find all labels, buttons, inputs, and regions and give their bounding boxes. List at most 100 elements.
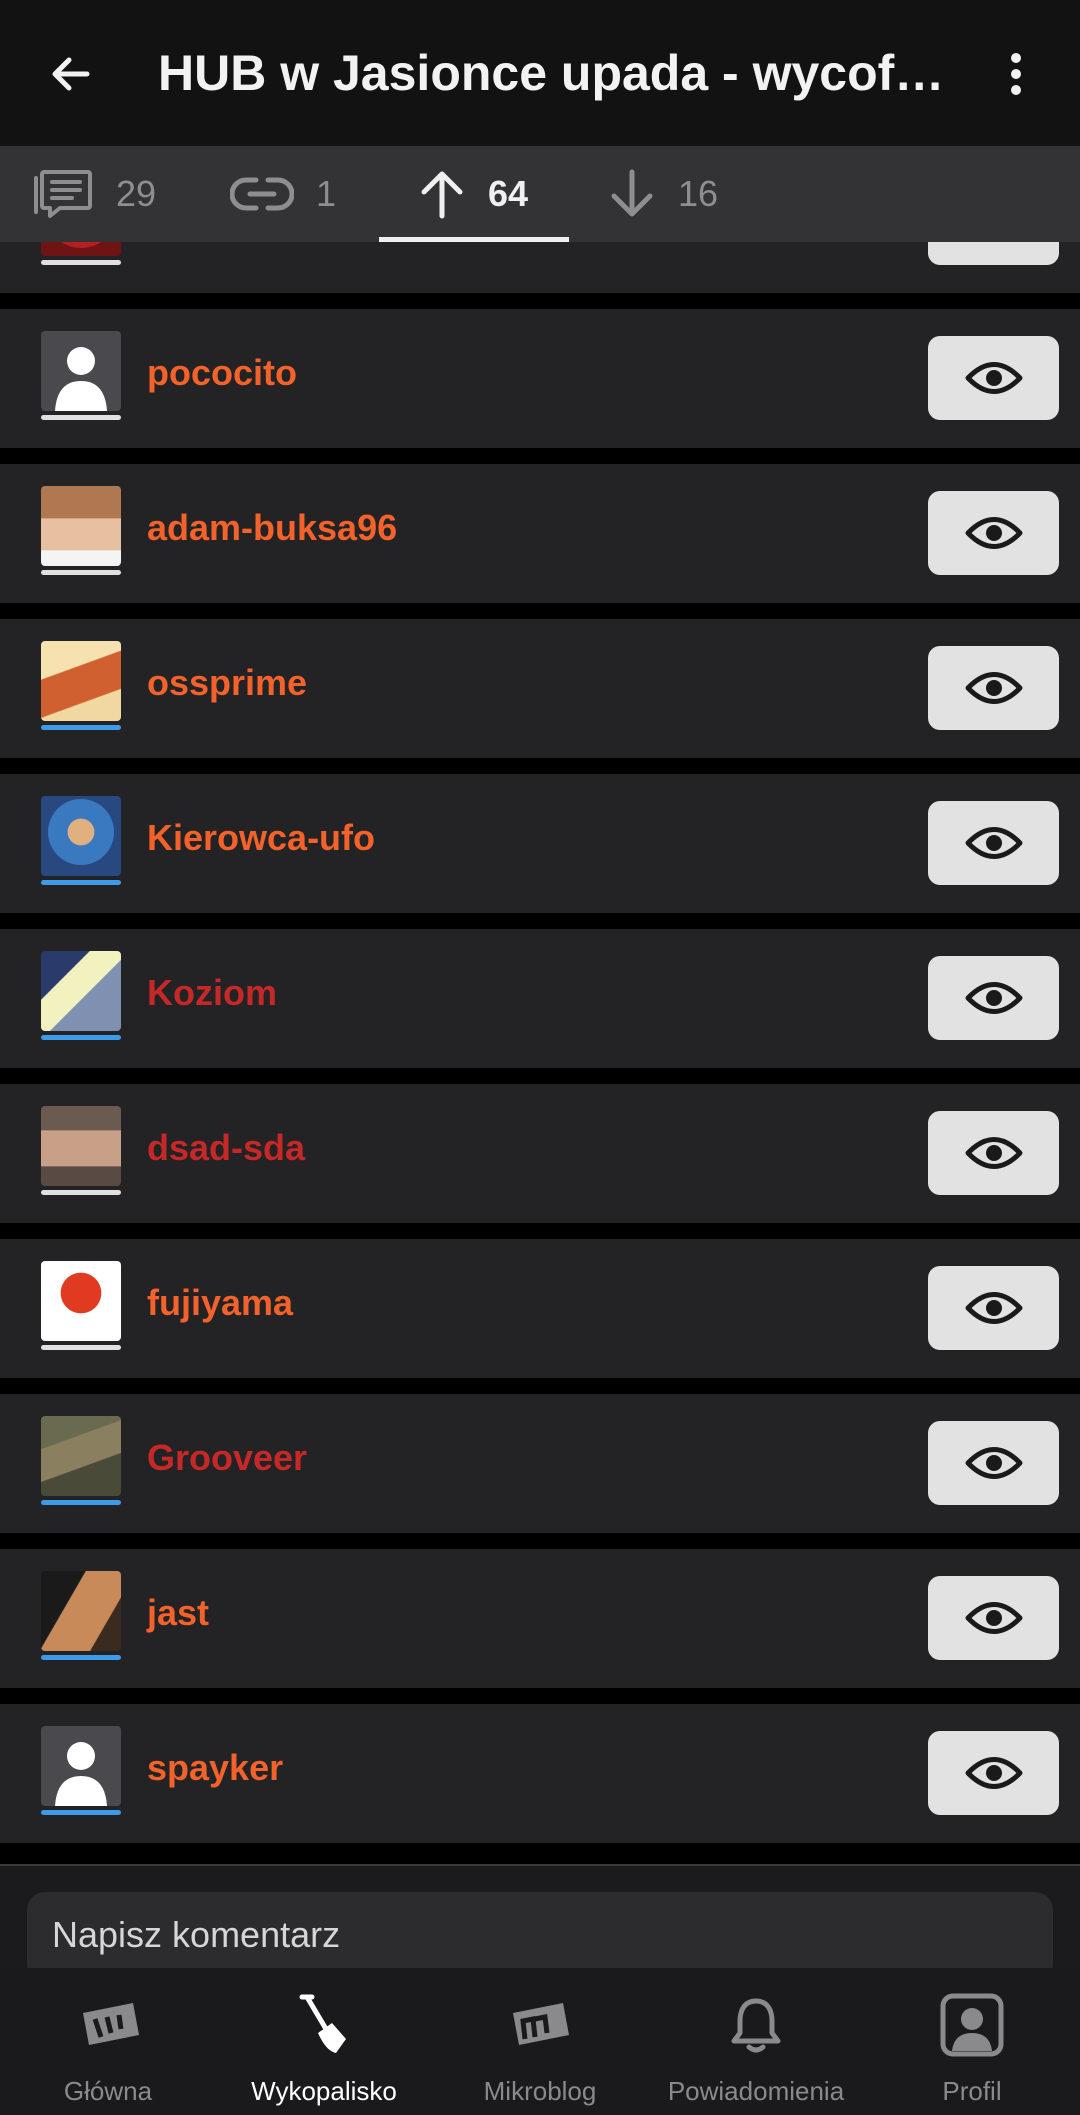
nav-wykopalisko-label: Wykopalisko [251, 2076, 397, 2106]
avatar-container[interactable] [41, 951, 121, 1040]
username[interactable]: Kierowca-ufo [147, 816, 375, 860]
avatar-gender-bar [41, 1500, 121, 1505]
user-row[interactable]: ossprime [0, 619, 1080, 758]
avatar [41, 951, 121, 1031]
user-row[interactable]: Koziom [0, 929, 1080, 1068]
link-icon [230, 177, 294, 211]
comments-icon [34, 170, 92, 218]
avatar [41, 1571, 121, 1651]
avatar-container[interactable] [41, 1726, 121, 1815]
page-title: HUB w Jasionce upada - wycofa… [158, 45, 958, 101]
nav-mikroblog[interactable]: Mikroblog [432, 1968, 648, 2115]
user-row[interactable]: pococito [0, 309, 1080, 448]
nav-glowna-label: Główna [63, 2076, 153, 2106]
avatar-gender-bar [41, 1655, 121, 1660]
tab-bar: 29 1 64 16 [0, 146, 1080, 242]
avatar-container[interactable] [41, 486, 121, 575]
avatar-gender-bar [41, 880, 121, 885]
more-vertical-icon [1011, 53, 1021, 95]
username[interactable]: adam-buksa96 [147, 506, 397, 550]
user-row[interactable]: adam-buksa96 [0, 464, 1080, 603]
avatar-container[interactable] [41, 331, 121, 420]
avatar-gender-bar [41, 415, 121, 420]
arrow-left-icon [52, 57, 90, 91]
avatar-gender-bar [41, 1190, 121, 1195]
tab-comments[interactable]: 29 [34, 146, 156, 242]
arrow-up-icon [421, 171, 463, 219]
default-avatar-icon [41, 331, 121, 411]
avatar-container[interactable] [41, 242, 121, 265]
user-row[interactable]: Tetsuya [0, 242, 1080, 293]
nav-wykopalisko[interactable]: Wykopalisko [216, 1968, 432, 2115]
eye-icon [965, 1137, 1022, 1169]
observe-button[interactable] [928, 1731, 1059, 1815]
observe-button[interactable] [928, 1421, 1059, 1505]
username[interactable]: spayker [147, 1746, 283, 1790]
eye-icon [965, 1602, 1022, 1634]
username[interactable]: pococito [147, 351, 297, 395]
eye-icon [965, 1292, 1022, 1324]
avatar-container[interactable] [41, 1571, 121, 1660]
observe-button[interactable] [928, 242, 1059, 265]
observe-button[interactable] [928, 956, 1059, 1040]
nav-powiadomienia[interactable]: Powiadomienia [648, 1968, 864, 2115]
avatar-gender-bar [41, 570, 121, 575]
upvoters-list[interactable]: Tetsuya pococito adam-buksa96 ossprime Kiero… [0, 242, 1080, 1864]
links-count: 1 [316, 173, 337, 214]
username[interactable]: fujiyama [147, 1281, 293, 1325]
observe-button[interactable] [928, 1111, 1059, 1195]
eye-icon [965, 827, 1022, 859]
username[interactable]: jast [147, 1591, 209, 1635]
user-row[interactable]: dsad-sda [0, 1084, 1080, 1223]
avatar-gender-bar [41, 1810, 121, 1815]
more-options-button[interactable] [990, 43, 1042, 105]
username[interactable]: dsad-sda [147, 1126, 305, 1170]
tab-downvotes[interactable]: 16 [608, 146, 718, 242]
avatar-container[interactable] [41, 1106, 121, 1195]
tab-upvotes[interactable]: 64 [418, 146, 528, 242]
shovel-icon [289, 1990, 359, 2060]
nav-glowna[interactable]: Główna [0, 1968, 216, 2115]
eye-icon [965, 362, 1022, 394]
observe-button[interactable] [928, 646, 1059, 730]
nav-profil[interactable]: Profil [864, 1968, 1080, 2115]
profile-icon [937, 1990, 1007, 2060]
avatar-container[interactable] [41, 1261, 121, 1350]
upvotes-count: 64 [488, 173, 529, 214]
observe-button[interactable] [928, 336, 1059, 420]
username[interactable]: ossprime [147, 661, 307, 705]
avatar-container[interactable] [41, 796, 121, 885]
nav-mikroblog-label: Mikroblog [483, 2076, 597, 2106]
avatar-gender-bar [41, 1035, 121, 1040]
eye-icon [965, 517, 1022, 549]
comments-count: 29 [116, 173, 157, 214]
mikroblog-icon [505, 1990, 575, 2060]
user-row[interactable]: fujiyama [0, 1239, 1080, 1378]
user-row[interactable]: spayker [0, 1704, 1080, 1843]
observe-button[interactable] [928, 1576, 1059, 1660]
observe-button[interactable] [928, 801, 1059, 885]
eye-icon [965, 1757, 1022, 1789]
user-row[interactable]: Kierowca-ufo [0, 774, 1080, 913]
observe-button[interactable] [928, 1266, 1059, 1350]
avatar [41, 796, 121, 876]
username[interactable]: Grooveer [147, 1436, 307, 1480]
app-bar: HUB w Jasionce upada - wycofa… [0, 0, 1080, 146]
avatar [41, 1106, 121, 1186]
tab-links[interactable]: 1 [230, 146, 336, 242]
avatar-container[interactable] [41, 641, 121, 730]
user-row[interactable]: jast [0, 1549, 1080, 1688]
avatar-gender-bar [41, 725, 121, 730]
avatar [41, 641, 121, 721]
back-button[interactable] [40, 43, 102, 105]
nav-profil-label: Profil [942, 2076, 1002, 2106]
avatar-gender-bar [41, 1345, 121, 1350]
observe-button[interactable] [928, 491, 1059, 575]
bottom-navigation: Główna Wykopalisko Mikroblog Powiadomien… [0, 1968, 1080, 2115]
username[interactable]: Koziom [147, 971, 277, 1015]
avatar-container[interactable] [41, 1416, 121, 1505]
bell-icon [721, 1990, 791, 2060]
user-row[interactable]: Grooveer [0, 1394, 1080, 1533]
comment-input-placeholder: Napisz komentarz [52, 1914, 341, 1955]
eye-icon [965, 982, 1022, 1014]
